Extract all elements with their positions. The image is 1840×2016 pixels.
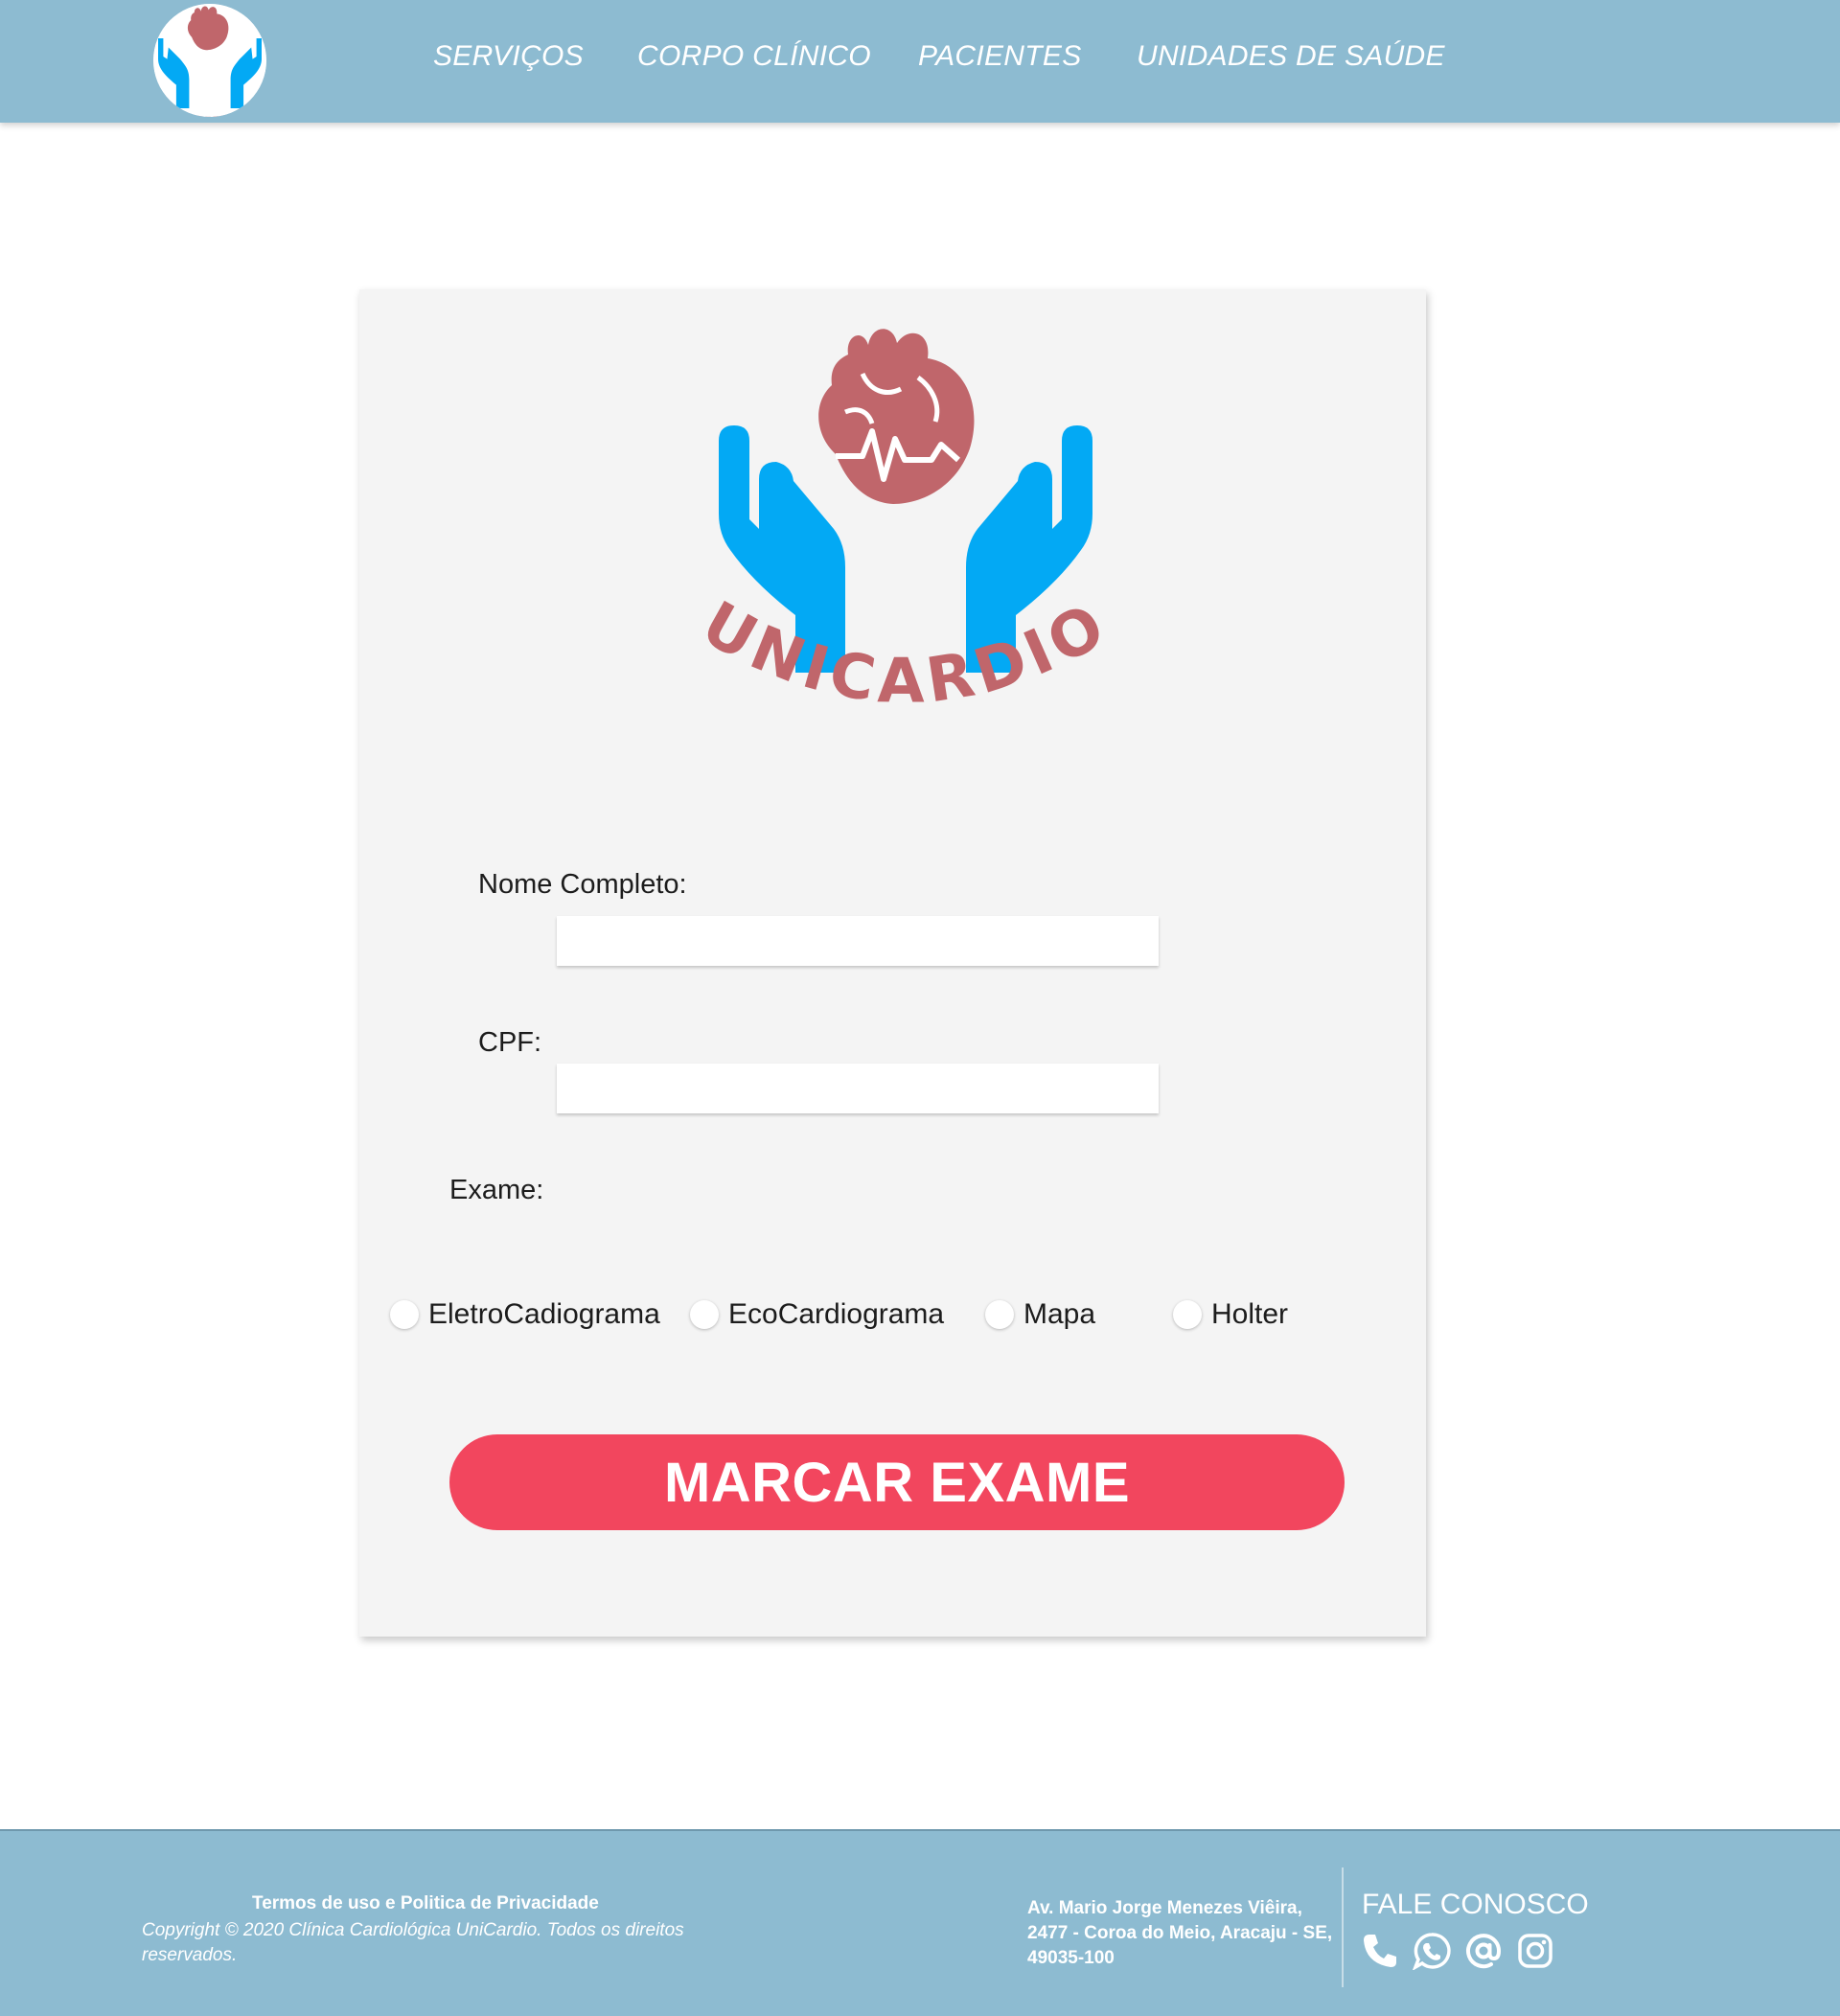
terms-link[interactable]: Termos de uso e Politica de Privacidade — [252, 1893, 599, 1914]
phone-icon[interactable] — [1361, 1932, 1399, 1970]
unicardio-logo-small[interactable] — [153, 4, 266, 117]
radio-button[interactable] — [1173, 1300, 1202, 1329]
top-navbar: SERVIÇOS CORPO CLÍNICO PACIENTES UNIDADE… — [0, 0, 1840, 123]
nav-servicos[interactable]: SERVIÇOS — [433, 40, 584, 73]
at-sign-icon[interactable] — [1464, 1932, 1503, 1970]
whatsapp-icon[interactable] — [1413, 1932, 1451, 1970]
heart-icon — [818, 329, 975, 504]
exam-label: Exame: — [449, 1175, 544, 1205]
radio-label: EcoCardiograma — [728, 1298, 945, 1330]
unicardio-logo: UNICARDIO — [690, 329, 1121, 718]
contact-icons — [1361, 1932, 1554, 1970]
nav-pacientes[interactable]: PACIENTES — [918, 40, 1082, 73]
radio-label: Mapa — [1024, 1298, 1096, 1330]
exam-booking-card: UNICARDIO Nome Completo: CPF: Exame: Ele… — [359, 289, 1426, 1637]
exam-option-holter[interactable]: Holter — [1173, 1295, 1288, 1334]
cpf-input[interactable] — [557, 1064, 1159, 1113]
radio-button[interactable] — [390, 1300, 419, 1329]
svg-text:UNICARDIO: UNICARDIO — [690, 588, 1121, 718]
exam-option-eletrocadiograma[interactable]: EletroCadiograma — [390, 1295, 660, 1334]
exam-option-mapa[interactable]: Mapa — [985, 1295, 1095, 1334]
instagram-icon[interactable] — [1516, 1932, 1554, 1970]
exam-option-ecocardiograma[interactable]: EcoCardiograma — [690, 1295, 944, 1334]
copyright-text: Copyright © 2020 Clínica Cardiológica Un… — [142, 1920, 684, 1965]
footer: Termos de uso e Politica de Privacidade … — [0, 1829, 1840, 2016]
name-label: Nome Completo: — [478, 869, 687, 900]
marcar-exame-button[interactable]: MARCAR EXAME — [449, 1434, 1345, 1530]
name-input[interactable] — [557, 916, 1159, 966]
radio-button[interactable] — [690, 1300, 719, 1329]
nav-unidades-de-saude[interactable]: UNIDADES DE SAÚDE — [1137, 40, 1445, 73]
radio-button[interactable] — [985, 1300, 1014, 1329]
radio-label: Holter — [1211, 1298, 1289, 1330]
radio-label: EletroCadiograma — [428, 1298, 660, 1330]
footer-divider — [1342, 1867, 1344, 1987]
cpf-label: CPF: — [478, 1027, 542, 1058]
contact-title: FALE CONOSCO — [1362, 1889, 1589, 1920]
address-text: Av. Mario Jorge Menezes Viêira, 2477 - C… — [1027, 1898, 1333, 1968]
nav-corpo-clinico[interactable]: CORPO CLÍNICO — [637, 40, 871, 73]
